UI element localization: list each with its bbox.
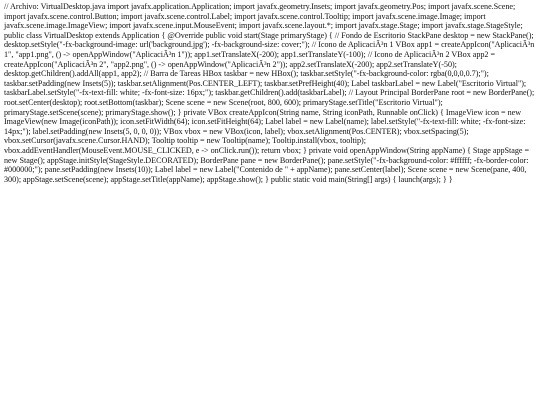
source-code-text: // Archivo: VirtualDesktop.java import j…: [4, 2, 535, 184]
page: { "document": { "text": "// Archivo: Vir…: [0, 0, 540, 405]
